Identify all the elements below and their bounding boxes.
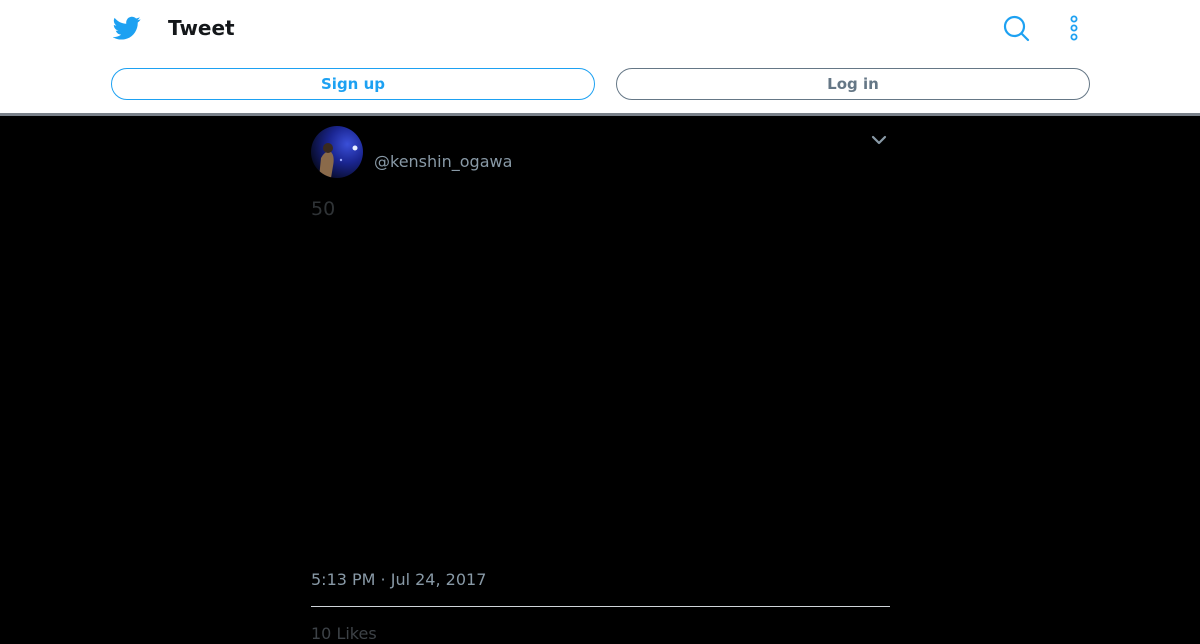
more-vertical-icon[interactable]: [1062, 13, 1086, 43]
sign-up-button[interactable]: Sign up: [111, 68, 595, 100]
log-in-button[interactable]: Log in: [616, 68, 1090, 100]
likes-count[interactable]: 10 Likes: [311, 624, 377, 644]
search-icon[interactable]: [1001, 13, 1031, 43]
tweet-timestamp[interactable]: 5:13 PM · Jul 24, 2017: [311, 570, 486, 590]
avatar[interactable]: [311, 126, 363, 178]
tweet-text: 50: [311, 198, 336, 220]
divider: [311, 606, 890, 607]
user-handle[interactable]: @kenshin_ogawa: [374, 152, 512, 172]
top-header: Tweet Sign up Log in: [0, 0, 1200, 116]
page-title: Tweet: [168, 16, 235, 40]
tweet-detail: @kenshin_ogawa 50 5:13 PM · Jul 24, 2017…: [0, 116, 1200, 643]
avatar-image: [311, 126, 363, 178]
twitter-bird-icon[interactable]: [113, 14, 141, 42]
chevron-down-icon[interactable]: [870, 133, 888, 147]
